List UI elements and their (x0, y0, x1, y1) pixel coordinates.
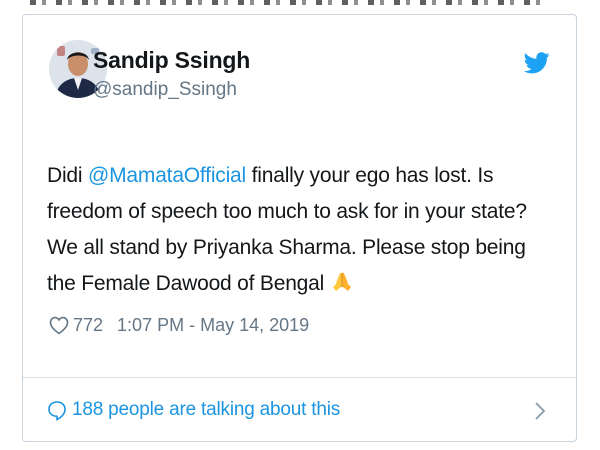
author-name[interactable]: Sandip Ssingh (93, 47, 250, 74)
tweet-meta: 772 1:07 PM - May 14, 2019 (49, 313, 309, 337)
divider (23, 377, 576, 378)
timestamp[interactable]: 1:07 PM - May 14, 2019 (117, 315, 309, 336)
conversation-link[interactable]: 188 people are talking about this (47, 399, 340, 421)
top-edge-strip (0, 0, 600, 8)
tweet-card[interactable]: Sandip Ssingh @sandip_Ssingh Didi @Mamat… (22, 14, 577, 442)
folded-hands-emoji (332, 272, 351, 291)
author-handle[interactable]: @sandip_Ssingh (93, 79, 237, 101)
speech-bubble-icon (48, 400, 66, 421)
cropped-header-remnant (30, 0, 550, 5)
mention-link[interactable]: @MamataOfficial (88, 164, 246, 187)
chevron-right-icon[interactable] (534, 401, 546, 421)
tweet-text: Didi @MamataOfficial finally your ego ha… (47, 158, 542, 302)
twitter-bird-icon[interactable] (524, 52, 550, 74)
heart-icon[interactable] (49, 316, 69, 335)
conversation-count[interactable]: 188 people are talking about this (72, 399, 340, 421)
tweet-text-lead: Didi (47, 164, 89, 187)
like-count[interactable]: 772 (73, 315, 103, 336)
